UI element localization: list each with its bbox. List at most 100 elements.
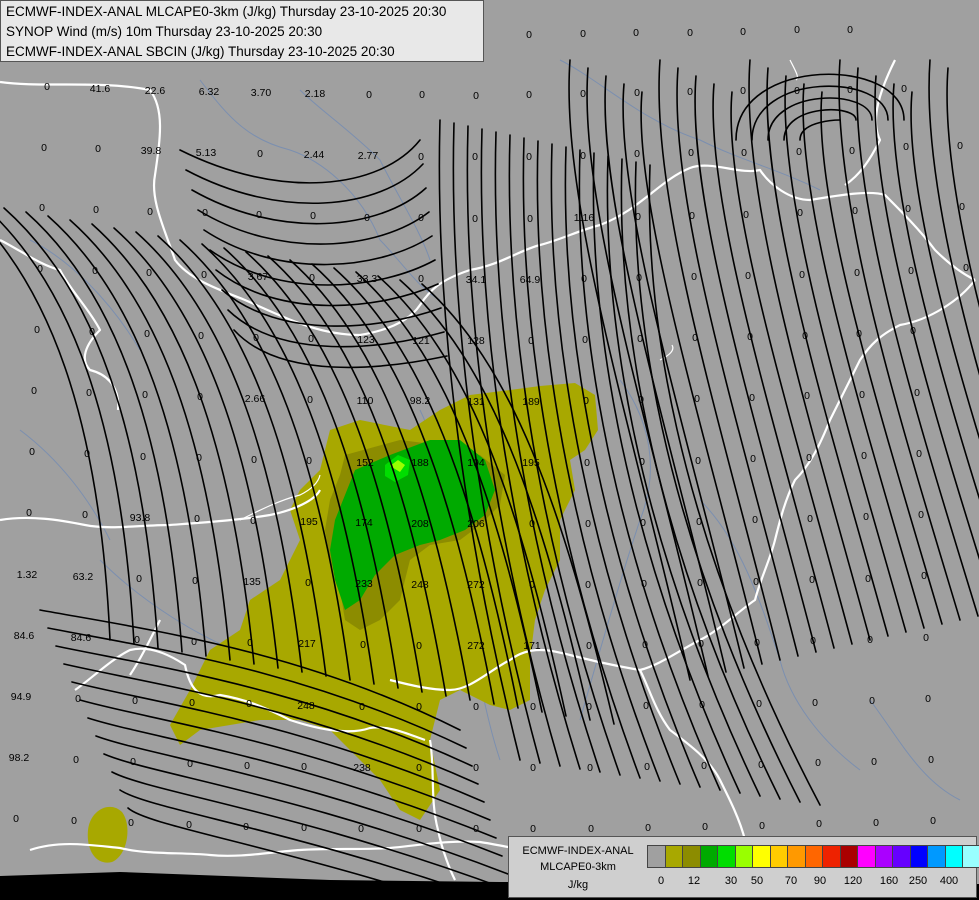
sbcin-value-label: 0 xyxy=(847,84,853,96)
sbcin-value-label: 0 xyxy=(865,573,871,585)
sbcin-value-label: 0 xyxy=(687,86,693,98)
sbcin-value-label: 2.77 xyxy=(358,150,379,162)
legend-tick-label: 120 xyxy=(843,875,863,887)
sbcin-value-label: 0 xyxy=(701,760,707,772)
sbcin-value-label: 94.9 xyxy=(11,691,32,703)
sbcin-value-label: 0 xyxy=(815,757,821,769)
sbcin-value-label: 0 xyxy=(132,695,138,707)
sbcin-value-label: 0 xyxy=(364,212,370,224)
sbcin-value-label: 0 xyxy=(198,330,204,342)
sbcin-value-label: 0 xyxy=(636,272,642,284)
legend-swatch xyxy=(753,846,771,867)
streamline xyxy=(735,73,905,141)
sbcin-value-label: 0 xyxy=(702,821,708,833)
sbcin-value-label: 233 xyxy=(355,578,373,590)
legend-unit: J/kg xyxy=(567,879,589,891)
sbcin-value-label: 110 xyxy=(357,395,374,407)
sbcin-value-label: 217 xyxy=(298,638,316,650)
sbcin-value-label: 0 xyxy=(758,759,764,771)
sbcin-value-label: 0 xyxy=(201,269,207,281)
legend-title-1: ECMWF-INDEX-ANAL xyxy=(522,845,634,857)
sbcin-value-label: 0 xyxy=(197,391,203,403)
sbcin-value-label: 0 xyxy=(854,267,860,279)
sbcin-value-label: 189 xyxy=(522,396,540,408)
sbcin-value-label: 0 xyxy=(901,83,907,95)
minor-border xyxy=(789,59,799,81)
sbcin-value-label: 123 xyxy=(357,334,375,346)
sbcin-value-label: 0 xyxy=(741,147,747,159)
legend-tick-label: 50 xyxy=(750,875,764,887)
title-line-1: ECMWF-INDEX-ANAL MLCAPE0-3km (J/kg) Thur… xyxy=(6,4,447,19)
sbcin-value-label: 64.9 xyxy=(520,274,541,286)
streamline xyxy=(191,187,427,225)
sbcin-value-label: 0 xyxy=(861,450,867,462)
title-box: ECMWF-INDEX-ANAL MLCAPE0-3km (J/kg) Thur… xyxy=(0,0,484,62)
legend-tick-label: 90 xyxy=(813,875,827,887)
sbcin-value-label: 0 xyxy=(694,393,700,405)
sbcin-value-label: 0 xyxy=(307,394,313,406)
sbcin-value-label: 0 xyxy=(526,151,532,163)
streamline xyxy=(892,83,979,500)
sbcin-value-label: 0 xyxy=(925,693,931,705)
legend-swatch xyxy=(858,846,876,867)
sbcin-value-label: 0 xyxy=(82,509,88,521)
legend-swatch xyxy=(875,846,893,867)
legend-tick-label: 12 xyxy=(687,875,701,887)
sbcin-value-label: 0 xyxy=(530,701,536,713)
sbcin-value-label: 0 xyxy=(640,517,646,529)
sbcin-value-label: 0 xyxy=(856,328,862,340)
sbcin-value-label: 0 xyxy=(697,577,703,589)
sbcin-value-label: 0 xyxy=(587,762,593,774)
legend-tick-label: 30 xyxy=(724,875,738,887)
sbcin-value-label: 248 xyxy=(297,700,315,712)
sbcin-value-label: 0 xyxy=(472,151,478,163)
sbcin-value-label: 0 xyxy=(921,570,927,582)
sbcin-value-label: 0 xyxy=(963,262,969,274)
river xyxy=(199,79,441,301)
sbcin-value-label: 0 xyxy=(73,754,79,766)
sbcin-value-label: 0 xyxy=(796,146,802,158)
sbcin-value-label: 0 xyxy=(957,140,963,152)
sbcin-value-label: 171 xyxy=(523,640,541,652)
sbcin-value-label: 0 xyxy=(416,762,422,774)
sbcin-value-label: 0 xyxy=(585,579,591,591)
streamline xyxy=(586,67,709,677)
legend-swatch xyxy=(963,846,979,867)
streamline xyxy=(783,108,857,141)
sbcin-value-label: 0 xyxy=(923,632,929,644)
sbcin-value-label: 0 xyxy=(852,205,858,217)
sbcin-value-label: 0 xyxy=(586,701,592,713)
sbcin-value-label: 84.6 xyxy=(14,630,35,642)
streamline xyxy=(592,152,741,794)
sbcin-value-label: 174 xyxy=(355,517,373,529)
sbcin-value-label: 0 xyxy=(581,273,587,285)
sbcin-value-label: 2.66 xyxy=(245,393,266,405)
sbcin-value-label: 0 xyxy=(918,509,924,521)
sbcin-value-label: 0 xyxy=(526,29,532,41)
sbcin-value-label: 0 xyxy=(639,456,645,468)
sbcin-value-label: 0 xyxy=(634,148,640,160)
legend-swatch xyxy=(805,846,823,867)
sbcin-value-label: 128 xyxy=(467,335,485,347)
sbcin-value-label: 0 xyxy=(529,518,535,530)
sbcin-value-label: 1.16 xyxy=(574,212,595,224)
sbcin-value-label: 0 xyxy=(34,324,40,336)
streamline xyxy=(838,59,961,621)
sbcin-value-label: 0 xyxy=(637,333,643,345)
sbcin-value-label: 0 xyxy=(31,385,37,397)
sbcin-value-label: 248 xyxy=(411,579,429,591)
border-line xyxy=(844,59,896,186)
sbcin-value-label: 0 xyxy=(257,148,263,160)
sbcin-value-label: 0 xyxy=(699,699,705,711)
sbcin-value-label: 0 xyxy=(749,392,755,404)
legend-tick-label: 160 xyxy=(879,875,899,887)
sbcin-value-label: 195 xyxy=(522,457,540,469)
sbcin-value-label: 0 xyxy=(645,822,651,834)
border-line xyxy=(0,239,120,411)
river xyxy=(559,59,821,191)
sbcin-value-label: 0 xyxy=(750,453,756,465)
sbcin-value-label: 0 xyxy=(306,455,312,467)
sbcin-value-label: 194 xyxy=(467,457,485,469)
legend-swatch xyxy=(718,846,736,867)
legend-swatch xyxy=(770,846,788,867)
